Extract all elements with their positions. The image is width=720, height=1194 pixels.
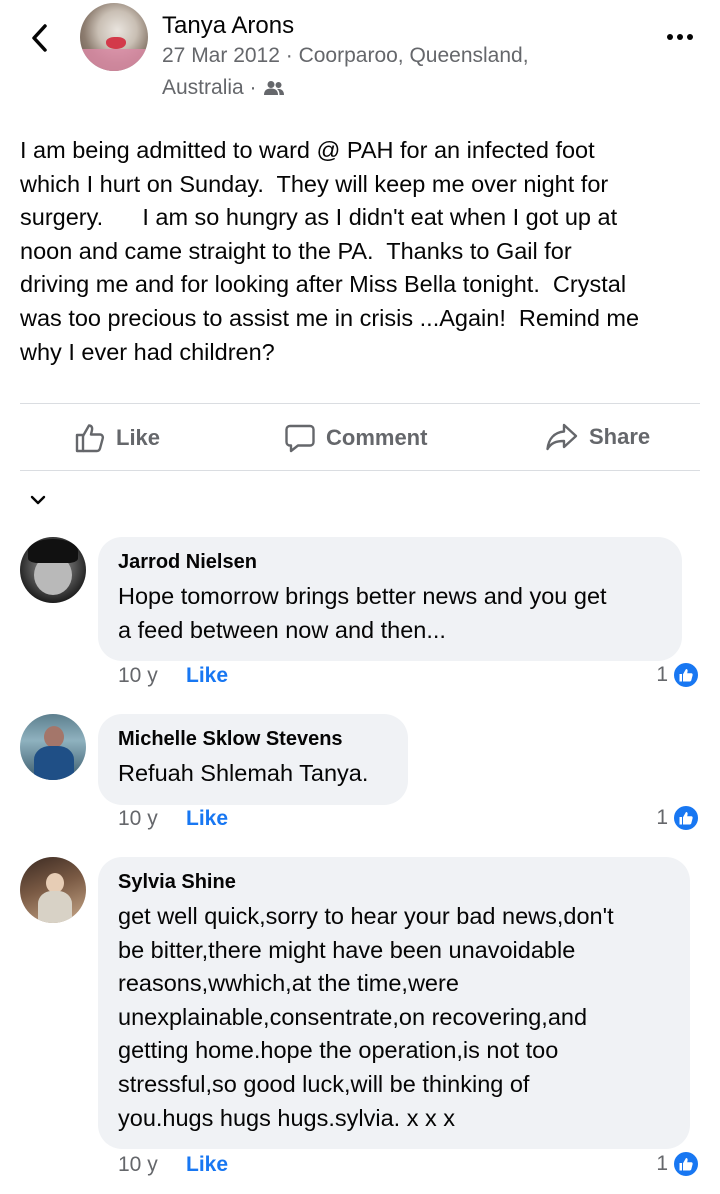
actions-divider-bottom bbox=[20, 470, 700, 471]
comment-icon bbox=[285, 424, 315, 453]
comment-item: Jarrod Nielsen Hope tomorrow brings bett… bbox=[0, 537, 720, 697]
share-button[interactable]: Share bbox=[545, 422, 650, 452]
more-options-button[interactable] bbox=[662, 30, 698, 44]
post-header: Tanya Arons 27 Mar 2012 · Coorparoo, Que… bbox=[0, 0, 720, 110]
author-avatar[interactable] bbox=[80, 3, 148, 71]
comment-reactions[interactable]: 1 bbox=[656, 661, 700, 689]
thumbs-up-icon bbox=[75, 424, 105, 453]
post-location-audience: Australia · bbox=[162, 76, 285, 100]
commenter-avatar[interactable] bbox=[20, 537, 86, 603]
comment-reactions[interactable]: 1 bbox=[656, 804, 700, 832]
comment-like-button[interactable]: Like bbox=[186, 1153, 228, 1177]
commenter-name[interactable]: Sylvia Shine bbox=[118, 871, 670, 894]
reaction-count: 1 bbox=[656, 1152, 668, 1175]
chevron-left-icon bbox=[32, 24, 47, 52]
more-dot bbox=[667, 34, 673, 40]
share-label: Share bbox=[589, 424, 651, 449]
comment-text: Hope tomorrow brings better news and you… bbox=[118, 583, 607, 643]
comment-meta: 10 y Like bbox=[118, 1153, 228, 1177]
like-reaction-icon bbox=[672, 1150, 700, 1178]
post-text: I am being admitted to ward @ PAH for an… bbox=[20, 137, 640, 365]
comment-meta: 10 y Like bbox=[118, 664, 228, 688]
share-icon bbox=[546, 423, 578, 451]
post-date-location: 27 Mar 2012 · Coorparoo, Queensland, bbox=[162, 44, 529, 67]
comment-item: Sylvia Shine get well quick,sorry to hea… bbox=[0, 857, 720, 1187]
comment-bubble[interactable]: Sylvia Shine get well quick,sorry to hea… bbox=[98, 857, 690, 1150]
friends-icon[interactable] bbox=[263, 80, 285, 96]
like-reaction-icon bbox=[672, 661, 700, 689]
comment-meta: 10 y Like bbox=[118, 807, 228, 831]
comment-like-button[interactable]: Like bbox=[186, 664, 228, 688]
comment-bubble[interactable]: Jarrod Nielsen Hope tomorrow brings bett… bbox=[98, 537, 682, 662]
author-name[interactable]: Tanya Arons bbox=[162, 12, 294, 40]
comment-text: Refuah Shlemah Tanya. bbox=[118, 760, 369, 786]
commenter-name[interactable]: Jarrod Nielsen bbox=[118, 551, 662, 574]
comment-label: Comment bbox=[326, 425, 428, 450]
chevron-down-icon[interactable] bbox=[28, 490, 48, 510]
comment-time[interactable]: 10 y bbox=[118, 664, 186, 688]
comment-text: get well quick,sorry to hear your bad ne… bbox=[118, 903, 614, 1131]
like-reaction-icon bbox=[672, 804, 700, 832]
comment-time[interactable]: 10 y bbox=[118, 1153, 186, 1177]
commenter-name[interactable]: Michelle Sklow Stevens bbox=[118, 728, 388, 751]
comment-bubble[interactable]: Michelle Sklow Stevens Refuah Shlemah Ta… bbox=[98, 714, 408, 805]
reaction-count: 1 bbox=[656, 663, 668, 686]
comment-item: Michelle Sklow Stevens Refuah Shlemah Ta… bbox=[0, 714, 720, 844]
commenter-avatar[interactable] bbox=[20, 857, 86, 923]
more-dot bbox=[687, 34, 693, 40]
comment-time[interactable]: 10 y bbox=[118, 807, 186, 831]
like-button[interactable]: Like bbox=[74, 422, 160, 454]
comment-button[interactable]: Comment bbox=[284, 422, 427, 454]
comment-like-button[interactable]: Like bbox=[186, 807, 228, 831]
reaction-count: 1 bbox=[656, 806, 668, 829]
post-location-cont: Australia · bbox=[162, 76, 257, 99]
commenter-avatar[interactable] bbox=[20, 714, 86, 780]
post-actions: Like Comment Share bbox=[0, 404, 720, 470]
more-dot bbox=[677, 34, 683, 40]
comment-reactions[interactable]: 1 bbox=[656, 1150, 700, 1178]
like-label: Like bbox=[116, 425, 161, 450]
back-button[interactable] bbox=[22, 20, 56, 56]
